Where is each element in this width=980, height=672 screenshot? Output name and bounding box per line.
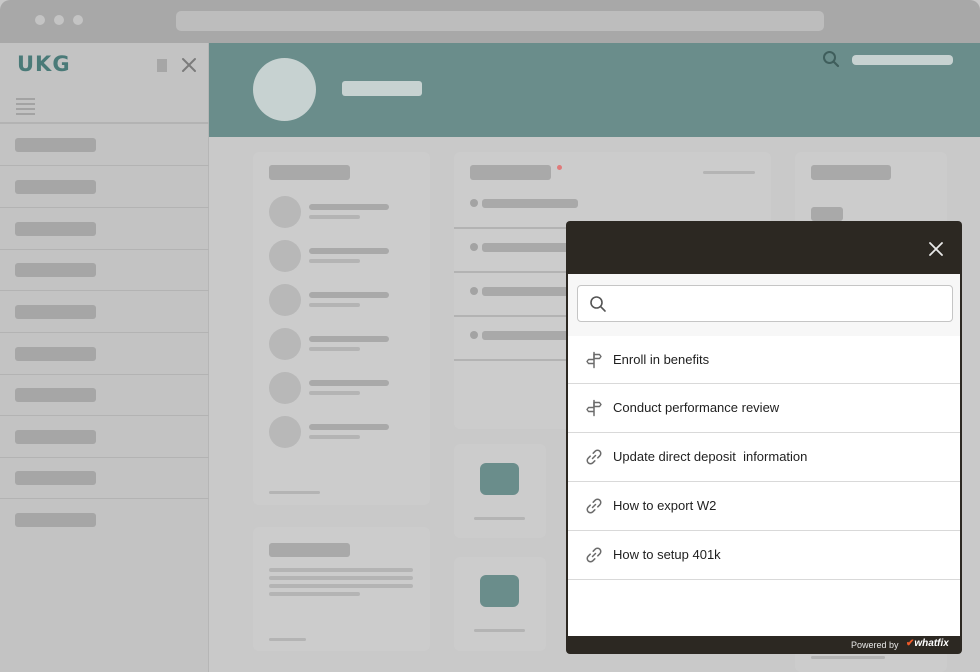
quick-tile[interactable] xyxy=(454,444,546,538)
notification-dot xyxy=(557,165,562,170)
sidebar-item[interactable] xyxy=(15,347,96,361)
list-item-performance-review[interactable]: Conduct performance review xyxy=(568,384,960,433)
list-item-label: How to setup 401k xyxy=(613,547,721,562)
divider xyxy=(0,122,209,124)
powered-by-text: Powered by xyxy=(851,640,899,650)
ukg-logo: UKG xyxy=(17,52,71,76)
address-bar[interactable] xyxy=(176,11,824,31)
list-item-label: How to export W2 xyxy=(613,498,717,513)
signpost-icon xyxy=(586,351,602,369)
search-field[interactable] xyxy=(577,285,953,322)
profile-name-placeholder xyxy=(342,81,422,96)
sidebar-item[interactable] xyxy=(15,305,96,319)
sidebar-item[interactable] xyxy=(15,430,96,444)
browser-titlebar xyxy=(0,0,980,43)
help-list: Enroll in benefits Conduct performance r… xyxy=(568,336,960,580)
search-input[interactable] xyxy=(616,292,946,316)
search-area xyxy=(568,274,960,336)
close-icon[interactable] xyxy=(180,56,198,74)
window-dot-maximize[interactable] xyxy=(73,15,83,25)
quick-tile[interactable] xyxy=(454,557,546,651)
window-dot-minimize[interactable] xyxy=(54,15,64,25)
list-item-direct-deposit[interactable]: Update direct deposit information xyxy=(568,433,960,482)
signpost-icon xyxy=(586,399,602,417)
popup-header xyxy=(566,221,962,274)
whatfix-logo[interactable]: ✔whatfix xyxy=(906,638,949,649)
list-item-export-w2[interactable]: How to export W2 xyxy=(568,482,960,531)
list-item-label: Update direct deposit information xyxy=(613,449,808,464)
header-search-field[interactable] xyxy=(852,55,953,65)
popup-footer: Powered by ✔whatfix xyxy=(566,636,962,654)
link-icon xyxy=(586,547,602,563)
notes-card xyxy=(253,527,430,651)
hamburger-icon[interactable] xyxy=(16,98,35,118)
sidebar-item[interactable] xyxy=(15,222,96,236)
link-icon xyxy=(586,498,602,514)
search-icon xyxy=(590,296,606,312)
list-item-enroll-benefits[interactable]: Enroll in benefits xyxy=(568,336,960,384)
list-item-label: Conduct performance review xyxy=(613,400,780,415)
close-icon[interactable] xyxy=(927,240,945,258)
search-icon[interactable] xyxy=(822,50,840,68)
window-dot-close[interactable] xyxy=(35,15,45,25)
pin-icon[interactable] xyxy=(157,59,167,72)
sidebar-item[interactable] xyxy=(15,180,96,194)
avatar[interactable] xyxy=(253,58,316,121)
sidebar-item[interactable] xyxy=(15,263,96,277)
people-card xyxy=(253,152,430,505)
sidebar-item[interactable] xyxy=(15,388,96,402)
popup-body: Enroll in benefits Conduct performance r… xyxy=(568,274,960,636)
list-item-setup-401k[interactable]: How to setup 401k xyxy=(568,531,960,580)
sidebar-item[interactable] xyxy=(15,513,96,527)
sidebar-item[interactable] xyxy=(15,138,96,152)
link-icon xyxy=(586,449,602,465)
list-item-label: Enroll in benefits xyxy=(613,352,710,367)
self-help-popup: Enroll in benefits Conduct performance r… xyxy=(566,221,962,654)
sidebar-item[interactable] xyxy=(15,471,96,485)
